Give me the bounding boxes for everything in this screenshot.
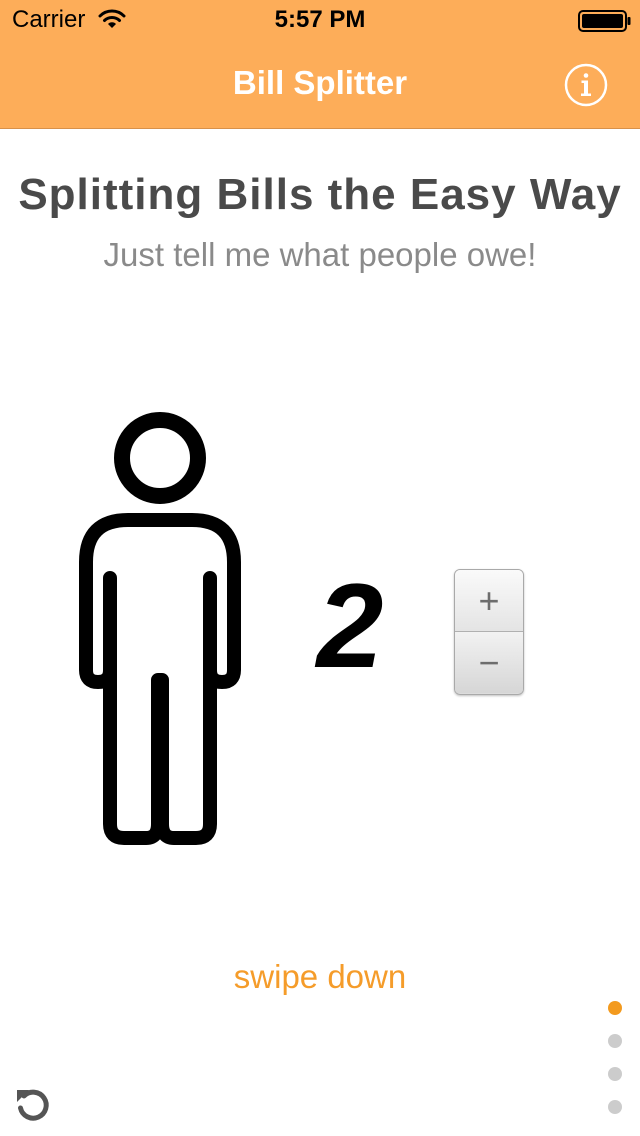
page-dot[interactable] [608, 1100, 622, 1114]
app-screen: Carrier 5:57 PM Bill Splitter Splitting … [0, 0, 640, 1136]
page-indicator[interactable] [608, 1001, 624, 1121]
page-title: Splitting Bills the Easy Way [18, 170, 622, 219]
swipe-hint: swipe down [233, 958, 407, 995]
increment-button[interactable]: + [455, 570, 523, 632]
refresh-icon[interactable] [14, 1086, 52, 1124]
page-dot[interactable] [608, 1067, 622, 1081]
battery-icon [578, 10, 631, 32]
status-time: 5:57 PM [274, 6, 366, 33]
nav-title: Bill Splitter [232, 64, 408, 101]
page-dot-active[interactable] [608, 1001, 622, 1015]
people-stepper[interactable]: + − [454, 569, 524, 695]
people-count: 2 [316, 559, 384, 693]
person-icon [79, 412, 241, 845]
decrement-button[interactable]: − [455, 632, 523, 693]
page-dot[interactable] [608, 1034, 622, 1048]
status-bar: Carrier 5:57 PM [0, 0, 640, 40]
info-icon[interactable] [564, 63, 608, 107]
navigation-bar: Carrier 5:57 PM Bill Splitter [0, 0, 640, 129]
page-subtitle: Just tell me what people owe! [103, 236, 537, 273]
